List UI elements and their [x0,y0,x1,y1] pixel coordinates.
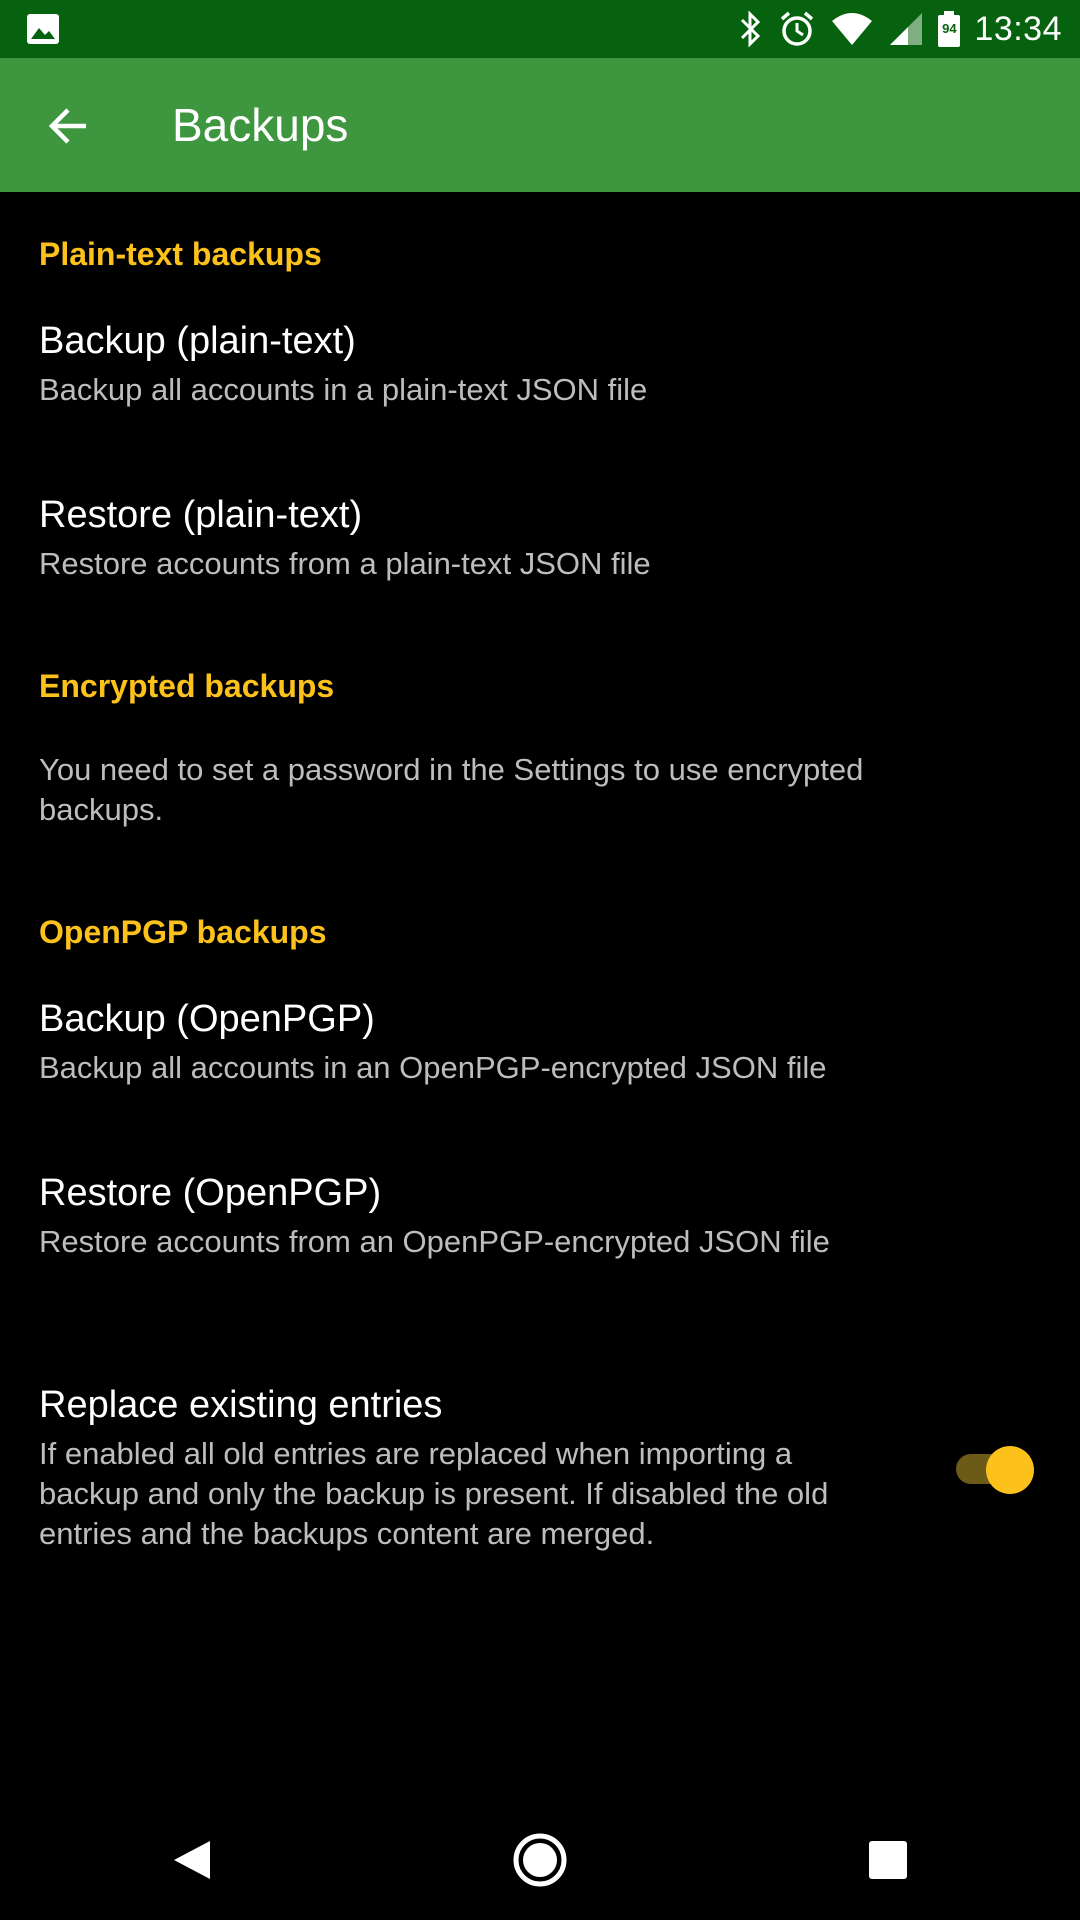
encrypted-info-line2: backups. [39,792,164,827]
bluetooth-icon [741,11,761,47]
backup-openpgp-title: Backup (OpenPGP) [39,998,375,1040]
app-bar: Backups [0,58,1080,192]
restore-plain-text-item[interactable]: Restore (plain-text) Restore accounts fr… [0,474,1080,614]
nav-home-button[interactable] [500,1820,580,1900]
section-header-encrypted: Encrypted backups [39,668,335,704]
restore-plain-text-summary: Restore accounts from a plain-text JSON … [39,546,651,581]
replace-entries-title: Replace existing entries [39,1384,443,1426]
restore-openpgp-item[interactable]: Restore (OpenPGP) Restore accounts from … [0,1152,1080,1292]
section-header-plain-text: Plain-text backups [39,236,322,272]
signal-icon [890,13,923,45]
recents-square-icon [869,1841,907,1879]
backup-openpgp-item[interactable]: Backup (OpenPGP) Backup all accounts in … [0,978,1080,1118]
restore-plain-text-title: Restore (plain-text) [39,494,363,536]
replace-entries-item[interactable]: Replace existing entries If enabled all … [0,1364,1080,1564]
section-header-openpgp: OpenPGP backups [39,914,327,950]
encrypted-info-line1: You need to set a password in the Settin… [39,752,864,787]
restore-openpgp-title: Restore (OpenPGP) [39,1172,382,1214]
navigation-bar [0,1800,1080,1920]
back-button[interactable] [30,88,106,164]
nav-recents-button[interactable] [848,1820,928,1900]
arrow-left-icon [48,108,86,144]
restore-openpgp-summary: Restore accounts from an OpenPGP-encrypt… [39,1224,830,1259]
page-title: Backups [172,99,349,151]
image-icon [27,14,59,44]
backup-plain-text-item[interactable]: Backup (plain-text) Backup all accounts … [0,300,1080,440]
back-triangle-icon [174,1841,210,1879]
backup-openpgp-summary: Backup all accounts in an OpenPGP-encryp… [39,1050,827,1085]
replace-entries-summary-line1: If enabled all old entries are replaced … [39,1436,793,1471]
battery-icon: 94 [938,11,961,47]
wifi-icon [832,13,873,45]
nav-back-button[interactable] [152,1820,232,1900]
replace-entries-summary-line3: entries and the backups content are merg… [39,1516,655,1551]
replace-entries-toggle[interactable] [956,1446,1036,1494]
status-time: 13:34 [974,9,1062,48]
status-bar: 94 13:34 [0,0,1080,58]
toggle-thumb [986,1446,1034,1494]
alarm-icon [781,11,814,46]
home-circle-icon [513,1833,567,1887]
battery-level: 94 [942,21,957,36]
backup-plain-text-title: Backup (plain-text) [39,320,356,362]
backup-plain-text-summary: Backup all accounts in a plain-text JSON… [39,372,648,407]
replace-entries-summary-line2: backup and only the backup is present. I… [39,1476,829,1511]
